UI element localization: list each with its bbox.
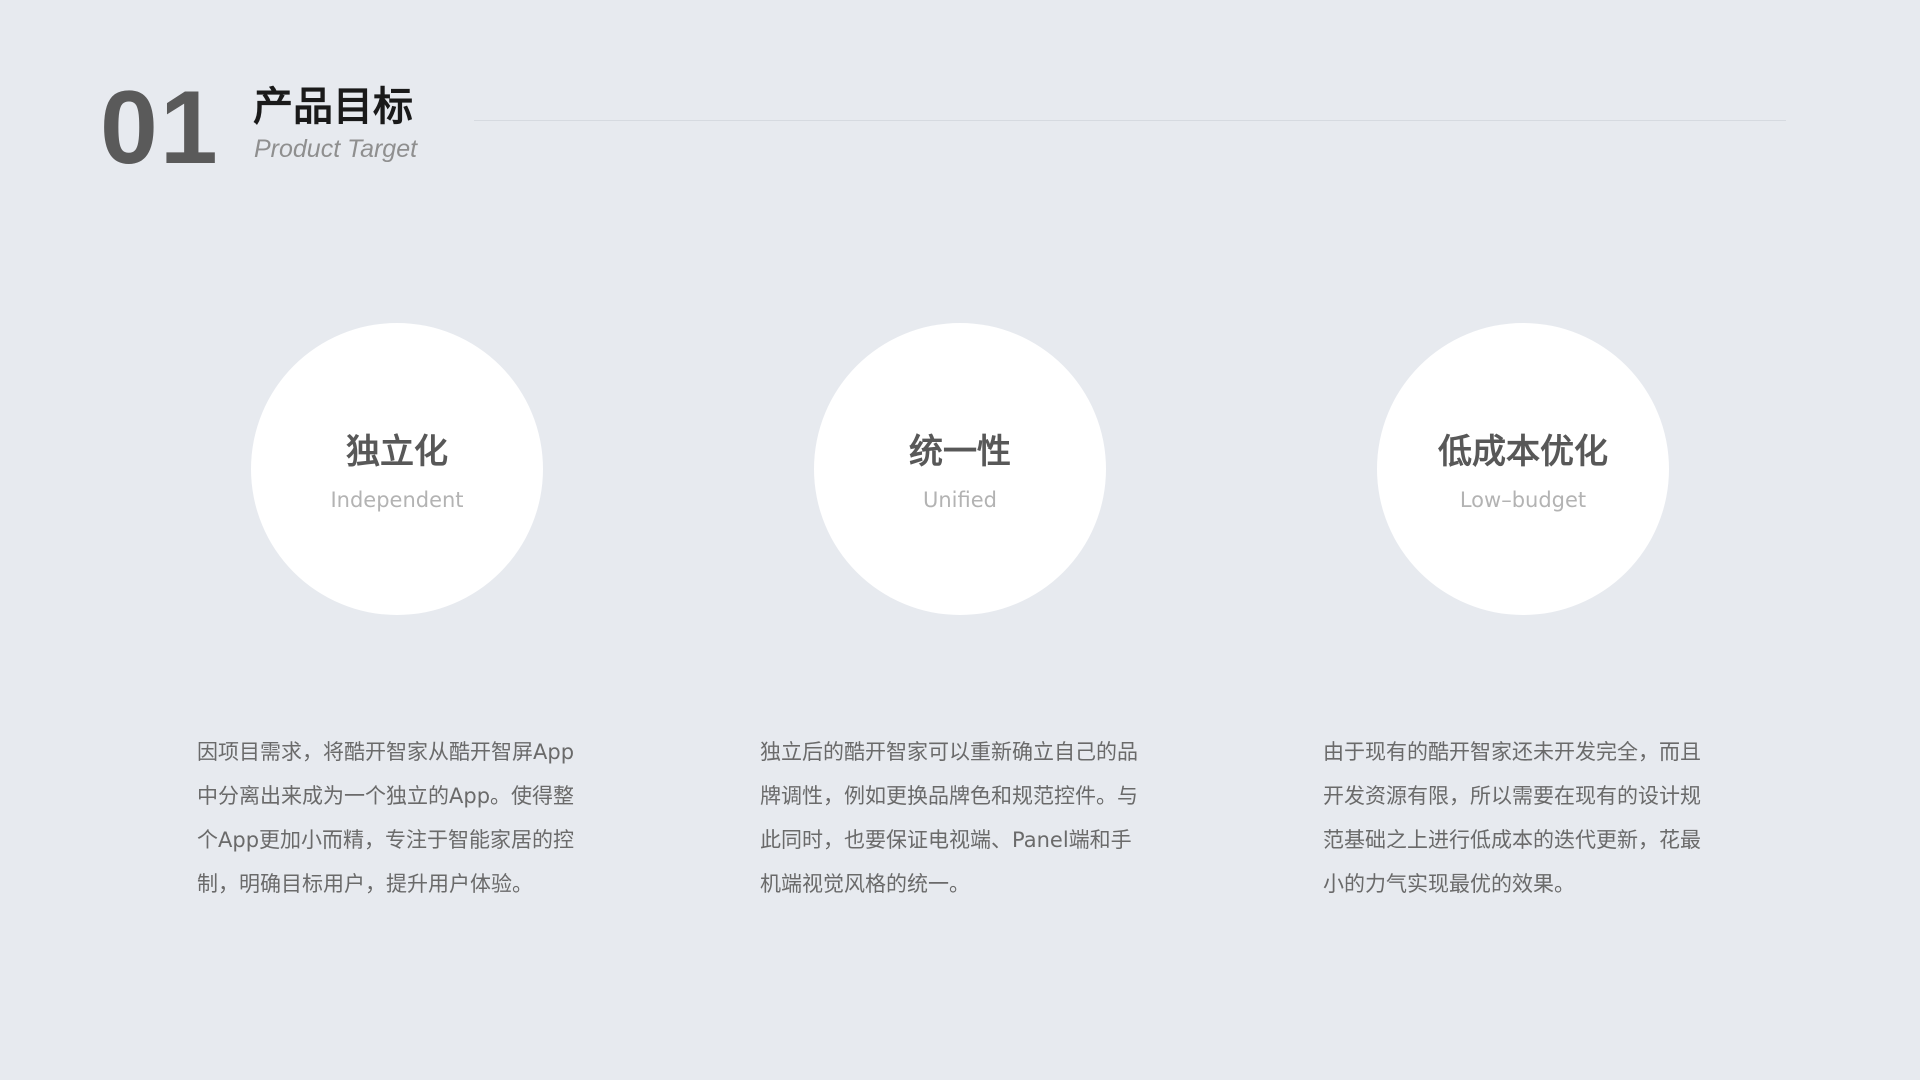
pillar-title: 低成本优化 (1438, 432, 1608, 472)
pillar-description: 因项目需求，将酷开智家从酷开智屏App 中分离出来成为一个独立的App。使得整 … (197, 730, 597, 906)
pillar-low-budget: 低成本优化 Low–budget 由于现有的酷开智家还未开发完全，而且 开发资源… (1323, 0, 1763, 1080)
pillar-circle: 统一性 Unified (814, 323, 1106, 615)
description-line: 制，明确目标用户，提升用户体验。 (197, 872, 533, 896)
description-line: 由于现有的酷开智家还未开发完全，而且 (1323, 740, 1701, 764)
description-line: 此同时，也要保证电视端、Panel端和手 (760, 828, 1132, 852)
pillar-subtitle: Unified (923, 488, 997, 512)
description-line: 中分离出来成为一个独立的App。使得整 (197, 784, 575, 808)
pillar-description: 由于现有的酷开智家还未开发完全，而且 开发资源有限，所以需要在现有的设计规 范基… (1323, 730, 1723, 906)
pillar-title: 独立化 (346, 432, 448, 472)
description-line: 因项目需求，将酷开智家从酷开智屏App (197, 740, 575, 764)
description-line: 牌调性，例如更换品牌色和规范控件。与 (760, 784, 1138, 808)
description-line: 开发资源有限，所以需要在现有的设计规 (1323, 784, 1701, 808)
pillar-independent: 独立化 Independent 因项目需求，将酷开智家从酷开智屏App 中分离出… (197, 0, 637, 1080)
pillar-title: 统一性 (909, 432, 1011, 472)
pillar-unified: 统一性 Unified 独立后的酷开智家可以重新确立自己的品 牌调性，例如更换品… (760, 0, 1200, 1080)
description-line: 小的力气实现最优的效果。 (1323, 872, 1575, 896)
pillar-subtitle: Independent (330, 488, 464, 512)
pillar-description: 独立后的酷开智家可以重新确立自己的品 牌调性，例如更换品牌色和规范控件。与 此同… (760, 730, 1160, 906)
pillar-subtitle: Low–budget (1459, 488, 1587, 512)
description-line: 独立后的酷开智家可以重新确立自己的品 (760, 740, 1138, 764)
pillar-circle: 独立化 Independent (251, 323, 543, 615)
description-line: 范基础之上进行低成本的迭代更新，花最 (1323, 828, 1701, 852)
pillar-circle: 低成本优化 Low–budget (1377, 323, 1669, 615)
description-line: 个App更加小而精，专注于智能家居的控 (197, 828, 575, 852)
description-line: 机端视觉风格的统一。 (760, 872, 970, 896)
